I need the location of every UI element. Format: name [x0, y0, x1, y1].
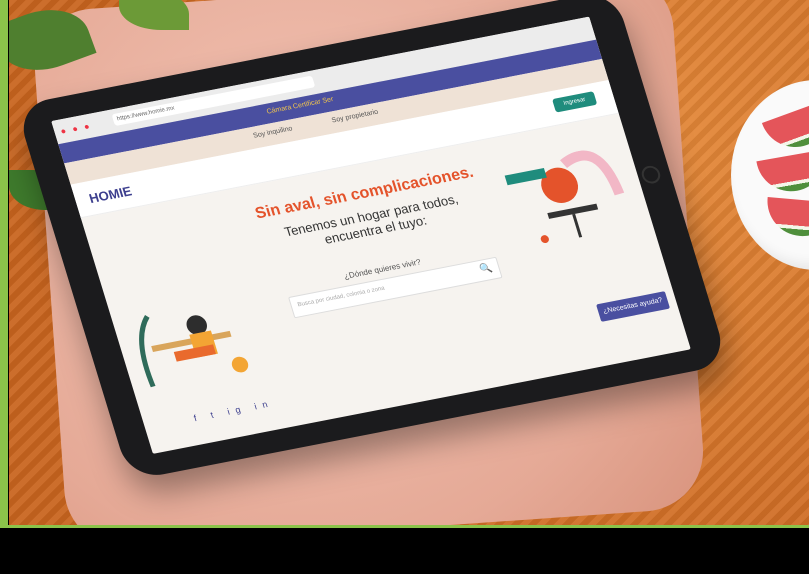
- instagram-icon[interactable]: ig: [226, 403, 248, 416]
- tab-owner[interactable]: Soy propietario: [331, 109, 379, 125]
- left-border: [0, 0, 8, 528]
- illustration-chair: [492, 145, 636, 254]
- login-button[interactable]: Ingresar: [551, 91, 598, 113]
- home-button[interactable]: [639, 164, 663, 186]
- watermelon-slice: [756, 149, 809, 197]
- search-icon[interactable]: 🔍: [479, 263, 494, 276]
- homie-logo[interactable]: HOMIE: [87, 183, 133, 206]
- photo-scene: ● ● ● https://www.homie.mx Cámara Certif…: [9, 0, 809, 525]
- watermelon-slice: [764, 197, 809, 239]
- help-button[interactable]: ¿Necesitas ayuda?: [596, 291, 671, 322]
- bottom-border: [0, 525, 809, 528]
- search-input[interactable]: Busca por ciudad, colonia o zona: [297, 286, 386, 309]
- tablet-screen: ● ● ● https://www.homie.mx Cámara Certif…: [51, 16, 691, 454]
- tab-tenant[interactable]: Soy inquilino: [252, 125, 293, 139]
- linkedin-icon[interactable]: in: [253, 398, 275, 411]
- illustration-woman-desk: [120, 287, 274, 398]
- facebook-icon[interactable]: f: [193, 412, 204, 423]
- window-controls[interactable]: ● ● ●: [59, 121, 93, 137]
- social-links: f t ig in: [193, 398, 275, 423]
- watermelon-slice: [761, 99, 809, 157]
- twitter-icon[interactable]: t: [209, 409, 220, 420]
